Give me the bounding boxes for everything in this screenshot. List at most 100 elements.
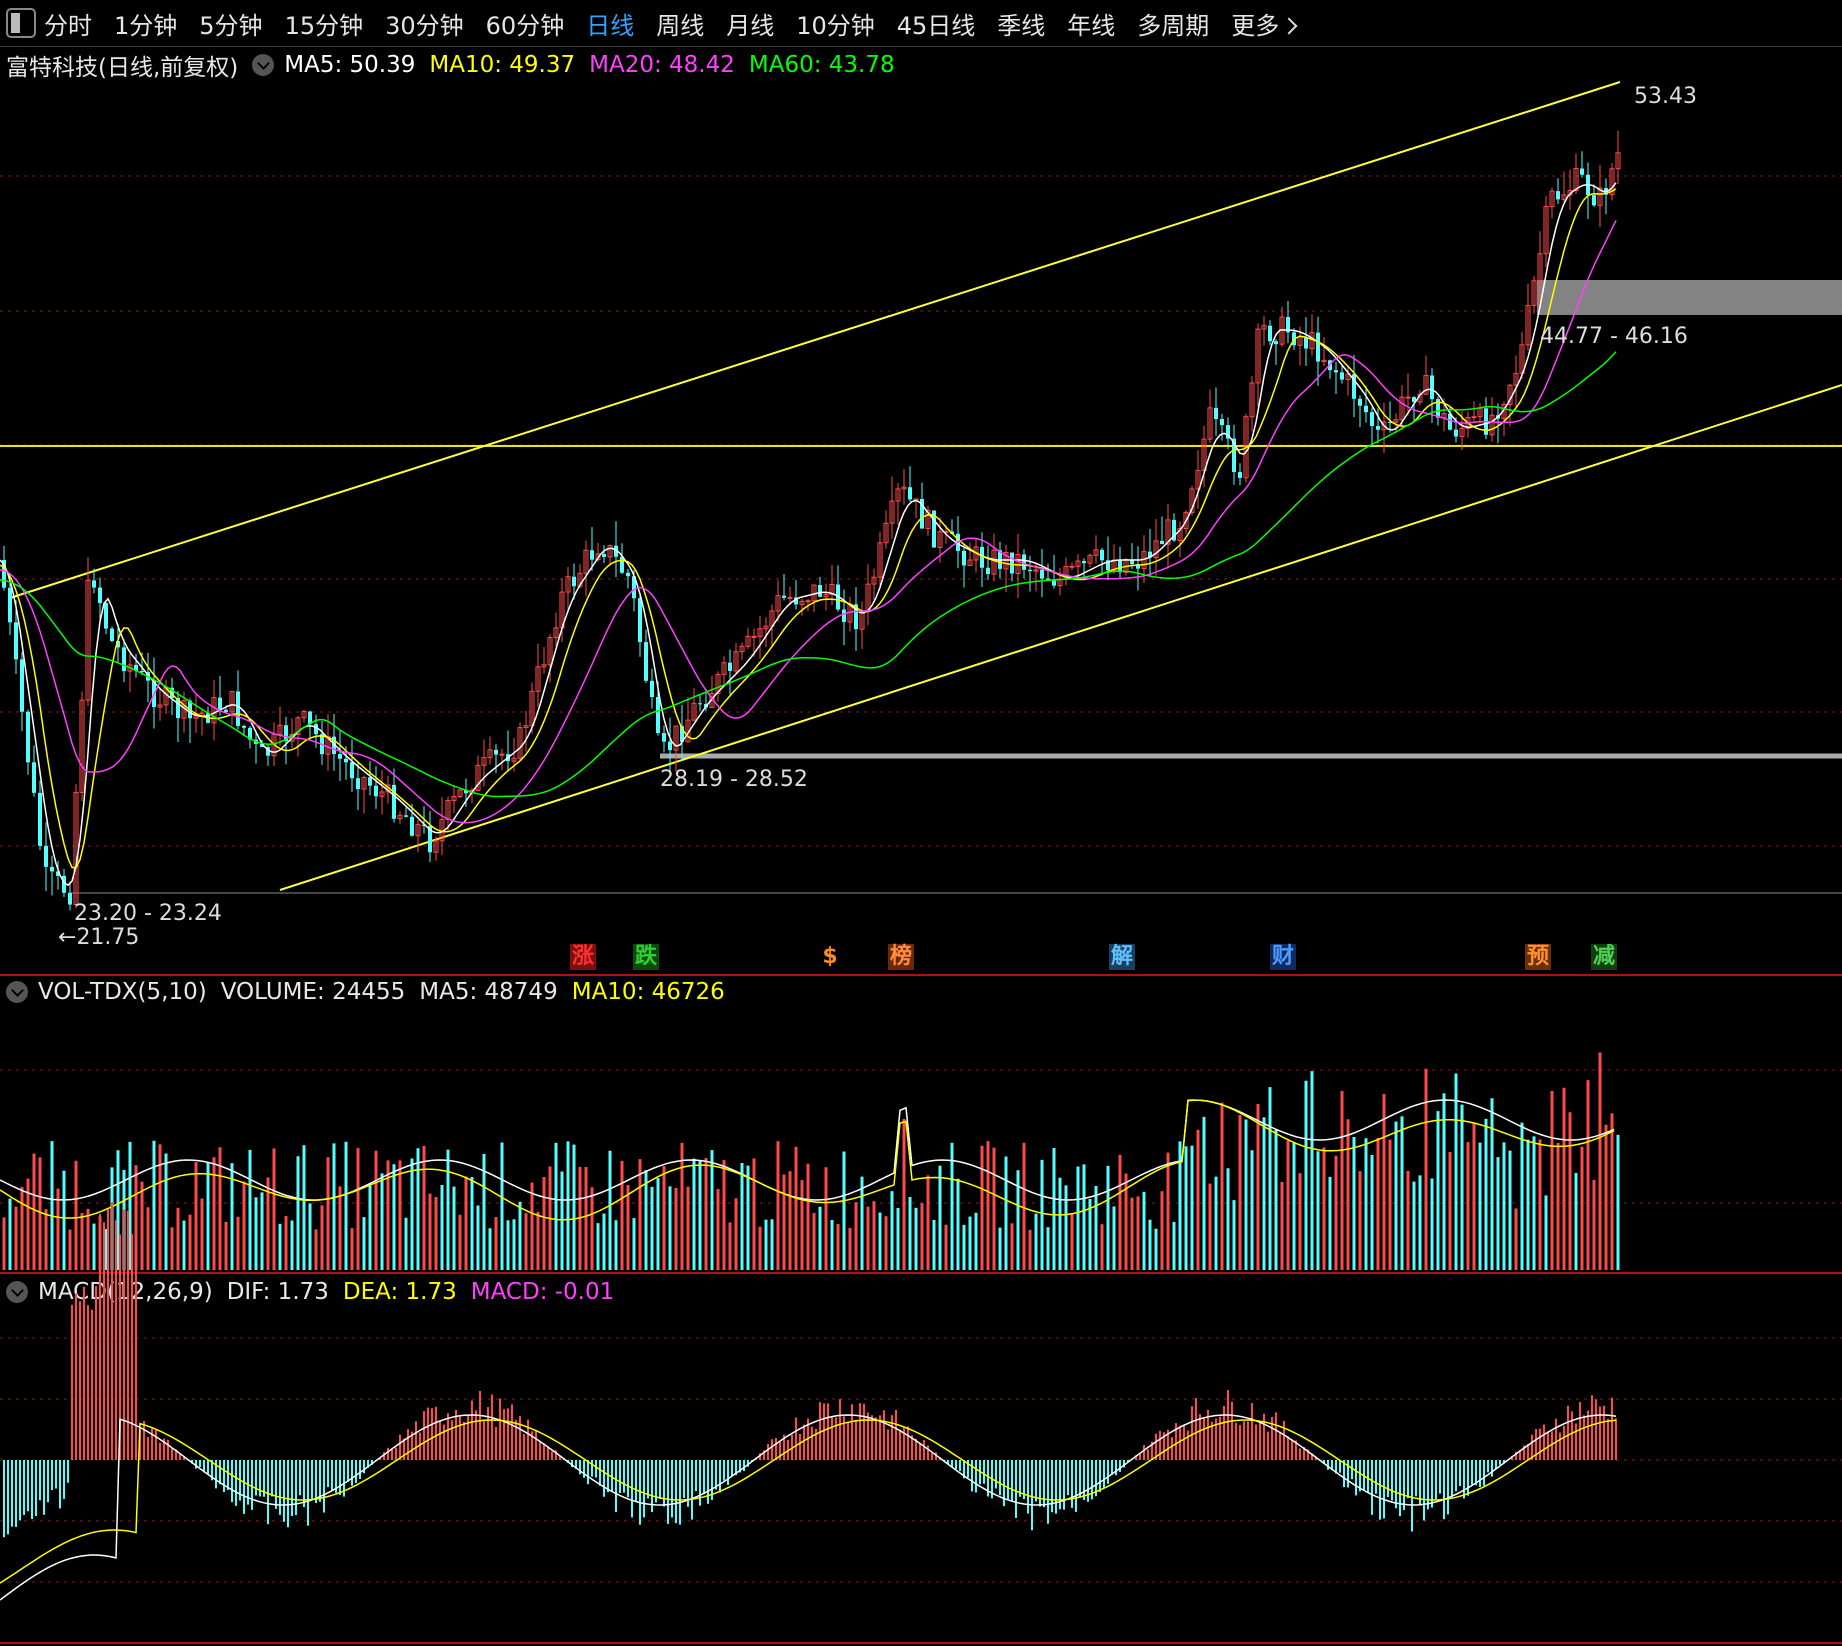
candle-body xyxy=(962,550,966,566)
candle-body xyxy=(1556,191,1560,200)
candle-body xyxy=(392,784,396,819)
event-marker-bang[interactable]: 榜 xyxy=(888,944,914,970)
candle-body xyxy=(68,892,72,905)
candle-body xyxy=(1358,398,1362,406)
candle-body xyxy=(1082,561,1086,564)
candle-body xyxy=(728,662,732,671)
ma10-line xyxy=(0,188,1617,869)
annotation-zone-low: 23.20 - 23.24 xyxy=(74,901,222,926)
candle-body xyxy=(242,725,246,728)
candle-body xyxy=(1238,472,1242,478)
candle-body xyxy=(602,553,606,557)
candle-body xyxy=(1304,336,1308,349)
candle-body xyxy=(1220,419,1224,426)
candle-body xyxy=(1028,569,1032,572)
candle-body xyxy=(20,659,24,712)
candle-body xyxy=(1592,195,1596,206)
candle-body xyxy=(668,741,672,751)
candle-body xyxy=(110,628,114,642)
candle-body xyxy=(626,572,630,577)
candle-body xyxy=(218,697,222,710)
candle-body xyxy=(368,777,372,786)
candle-body xyxy=(698,703,702,705)
price-zone-band xyxy=(1537,280,1842,315)
candle-body xyxy=(644,642,648,681)
candle-body xyxy=(1274,341,1278,345)
annotation-zone-high: 44.77 - 46.16 xyxy=(1540,324,1688,349)
candle-body xyxy=(662,733,666,742)
candle-body xyxy=(350,762,354,779)
annotation-zone-mid: 28.19 - 28.52 xyxy=(660,767,808,792)
candle-body xyxy=(842,609,846,622)
annotation-low: ←21.75 xyxy=(58,925,140,950)
candle-body xyxy=(1100,549,1104,561)
candle-body xyxy=(26,711,30,763)
candle-body xyxy=(104,603,108,629)
candle-body xyxy=(1334,370,1338,373)
candle-body xyxy=(638,598,642,643)
candlestick-chart[interactable] xyxy=(0,0,1842,1646)
candle-body xyxy=(1268,325,1272,342)
candle-body xyxy=(572,576,576,587)
event-marker-zhang[interactable]: 涨 xyxy=(570,944,596,970)
candle-body xyxy=(1160,540,1164,545)
candle-body xyxy=(8,587,12,623)
candle-body xyxy=(1214,407,1218,420)
candle-body xyxy=(410,816,414,836)
candle-body xyxy=(908,487,912,500)
candle-body xyxy=(314,724,318,735)
event-marker-yu[interactable]: 预 xyxy=(1525,944,1551,970)
candle-body xyxy=(44,845,48,867)
candle-body xyxy=(1069,565,1075,568)
candle-body xyxy=(986,567,990,575)
event-marker-jian[interactable]: 减 xyxy=(1591,944,1617,970)
candle-body xyxy=(1405,396,1411,399)
candle-body xyxy=(122,647,126,672)
annotation-high: 53.43 xyxy=(1634,84,1697,109)
candle-body xyxy=(494,749,498,755)
candle-body xyxy=(1454,429,1458,437)
candle-body xyxy=(344,758,348,763)
candle-body xyxy=(656,697,660,734)
candle-body xyxy=(356,778,360,790)
event-marker-cai[interactable]: 财 xyxy=(1270,944,1296,970)
candle-body xyxy=(1430,375,1434,400)
candle-body xyxy=(338,753,342,759)
candle-body xyxy=(98,587,102,604)
event-marker-dollar[interactable]: $ xyxy=(817,944,843,970)
candle-body xyxy=(805,600,811,603)
candle-body xyxy=(1316,332,1320,362)
candle-body xyxy=(818,585,822,597)
candle-body xyxy=(92,580,96,588)
candle-body xyxy=(32,762,36,793)
channel-lower-line xyxy=(279,384,1842,891)
candle-body xyxy=(374,785,378,797)
candle-body xyxy=(751,635,757,638)
candle-body xyxy=(236,691,240,726)
candle-body xyxy=(590,550,594,560)
candle-body xyxy=(1340,372,1344,380)
candle-body xyxy=(1010,552,1014,574)
candle-body xyxy=(1364,405,1368,413)
candle-body xyxy=(140,671,144,673)
channel-upper-line xyxy=(9,81,1621,599)
candle-body xyxy=(499,753,505,756)
ma5-line xyxy=(0,182,1617,887)
annotation-low-value: 21.75 xyxy=(76,925,140,950)
candle-body xyxy=(782,595,786,598)
candle-body xyxy=(50,866,54,872)
candle-body xyxy=(224,709,228,712)
candle-body xyxy=(1580,168,1584,175)
candle-body xyxy=(1376,425,1380,430)
candle-body xyxy=(1022,554,1026,570)
candle-body xyxy=(1370,412,1374,426)
candle-body xyxy=(404,815,408,817)
candle-body xyxy=(1040,569,1044,579)
event-marker-jie[interactable]: 解 xyxy=(1109,944,1135,970)
candle-body xyxy=(1046,578,1050,580)
candle-body xyxy=(14,622,18,660)
candle-body xyxy=(787,596,793,599)
candle-body xyxy=(38,792,42,846)
candle-body xyxy=(1471,416,1477,419)
event-marker-die[interactable]: 跌 xyxy=(633,944,659,970)
